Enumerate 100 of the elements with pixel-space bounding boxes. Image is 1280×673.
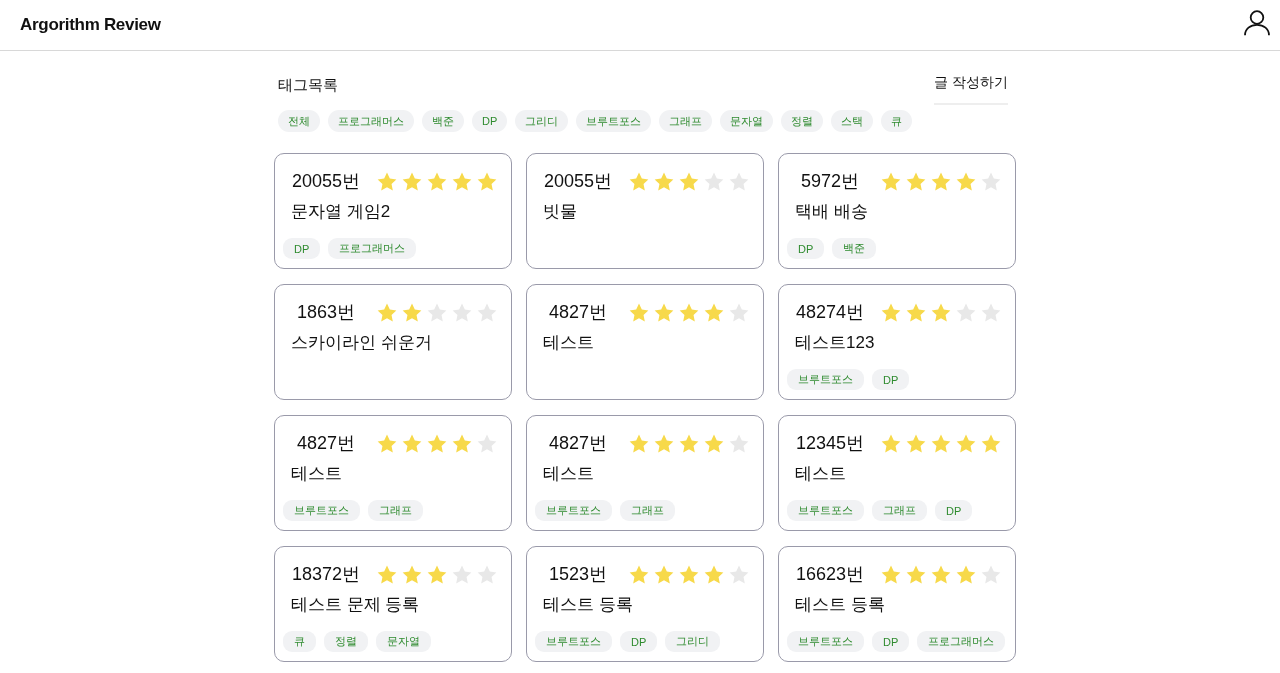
star-icon (654, 564, 674, 584)
star-icon (956, 171, 976, 191)
problem-title: 테스트 (543, 332, 594, 354)
star-icon (931, 302, 951, 322)
problem-card[interactable]: 16623번 테스트 등록 브루트포스 DP 프로그래머스 (778, 546, 1016, 662)
problem-number: 4827번 (547, 301, 608, 324)
star-icon (629, 564, 649, 584)
star-icon (679, 433, 699, 453)
star-icon (704, 302, 724, 322)
star-icon (377, 433, 397, 453)
star-icon (906, 302, 926, 322)
star-icon (881, 302, 901, 322)
problem-number: 12345번 (794, 432, 866, 455)
tag-chip[interactable]: 큐 (881, 110, 913, 132)
user-icon[interactable] (1244, 10, 1270, 36)
star-icon (981, 433, 1001, 453)
problem-number: 18372번 (290, 563, 362, 586)
star-icon (906, 564, 926, 584)
star-icon (402, 433, 422, 453)
problem-card[interactable]: 4827번 테스트 브루트포스 그래프 (274, 415, 512, 531)
tag-chip: 브루트포스 (787, 369, 864, 390)
tag-chip: 프로그래머스 (917, 631, 1006, 652)
tag-chip: 정렬 (324, 631, 368, 652)
problem-number: 48274번 (794, 301, 866, 324)
tag-chip: 그래프 (620, 500, 675, 521)
problem-number: 1523번 (547, 563, 608, 586)
tag-chip: DP (935, 500, 973, 521)
tag-chip[interactable]: 문자열 (720, 110, 774, 132)
star-icon (654, 302, 674, 322)
star-icon (881, 564, 901, 584)
problem-title: 문자열 게임2 (291, 201, 391, 223)
star-icon (881, 433, 901, 453)
problem-card[interactable]: 18372번 테스트 문제 등록 큐 정렬 문자열 (274, 546, 512, 662)
tag-chip: 그리디 (665, 631, 721, 652)
star-icon (402, 171, 422, 191)
tag-chip[interactable]: 스택 (831, 110, 874, 132)
tag-chip: 브루트포스 (283, 500, 360, 521)
star-icon (931, 433, 951, 453)
tag-chip[interactable]: 브루트포스 (576, 110, 652, 132)
star-icon (931, 171, 951, 191)
site-title[interactable]: Argorithm Review (20, 15, 161, 35)
star-icon (881, 171, 901, 191)
tag-chip: 브루트포스 (787, 500, 864, 521)
problem-title: 테스트 (543, 463, 594, 485)
star-icon (377, 171, 397, 191)
tag-chip[interactable]: 그리디 (515, 110, 569, 132)
star-icon (679, 171, 699, 191)
star-icon (704, 433, 724, 453)
problem-card[interactable]: 1523번 테스트 등록 브루트포스 DP 그리디 (526, 546, 764, 662)
star-icon (402, 564, 422, 584)
star-icon (629, 302, 649, 322)
problem-card[interactable]: 4827번 테스트 브루트포스 그래프 (526, 415, 764, 531)
star-icon (402, 302, 422, 322)
tag-chip: DP (872, 631, 910, 652)
star-icon (956, 564, 976, 584)
problem-card[interactable]: 20055번 빗물 (526, 153, 764, 269)
problem-card[interactable]: 1863번 스카이라인 쉬운거 (274, 284, 512, 400)
problem-card[interactable]: 5972번 택배 배송 DP 백준 (778, 153, 1016, 269)
tag-chip[interactable]: 그래프 (659, 110, 713, 132)
star-icon (704, 564, 724, 584)
problem-number: 20055번 (542, 170, 614, 193)
tag-chip[interactable]: 정렬 (781, 110, 824, 132)
tag-chip[interactable]: DP (472, 110, 508, 132)
tag-chip[interactable]: 프로그래머스 (328, 110, 414, 132)
tag-chip: DP (283, 238, 321, 259)
problem-card[interactable]: 48274번 테스트123 브루트포스 DP (778, 284, 1016, 400)
tag-chip: 브루트포스 (535, 500, 612, 521)
star-icon (377, 564, 397, 584)
tag-chip: 브루트포스 (787, 631, 864, 652)
star-icon (452, 171, 472, 191)
problem-number: 16623번 (794, 563, 866, 586)
problem-title: 테스트123 (795, 332, 875, 354)
write-post-link[interactable]: 글 작성하기 (934, 74, 1008, 105)
star-icon (956, 433, 976, 453)
star-icon (452, 433, 472, 453)
star-icon (629, 433, 649, 453)
star-icon (427, 564, 447, 584)
problem-title: 스카이라인 쉬운거 (291, 332, 432, 354)
tag-chip: 그래프 (368, 500, 423, 521)
tag-list-heading: 태그목록 (278, 76, 338, 95)
problem-number: 4827번 (295, 432, 356, 455)
problem-title: 테스트 문제 등록 (291, 594, 420, 616)
problem-card[interactable]: 20055번 문자열 게임2 DP 프로그래머스 (274, 153, 512, 269)
tag-chip: 큐 (283, 631, 316, 652)
tag-chip: 브루트포스 (535, 631, 612, 652)
star-icon (906, 171, 926, 191)
problem-card[interactable]: 4827번 테스트 (526, 284, 764, 400)
tag-chip: DP (872, 369, 910, 390)
star-icon (654, 171, 674, 191)
problem-title: 빗물 (543, 201, 577, 223)
tag-chip: 백준 (832, 238, 877, 259)
problem-title: 택배 배송 (795, 201, 868, 223)
problem-card[interactable]: 12345번 테스트 브루트포스 그래프 DP (778, 415, 1016, 531)
tag-chip[interactable]: 백준 (422, 110, 464, 132)
tag-chip[interactable]: 전체 (278, 110, 320, 132)
problem-number: 5972번 (799, 170, 860, 193)
star-icon (427, 171, 447, 191)
tag-chip: DP (620, 631, 658, 652)
problem-title: 테스트 (291, 463, 342, 485)
star-icon (679, 302, 699, 322)
